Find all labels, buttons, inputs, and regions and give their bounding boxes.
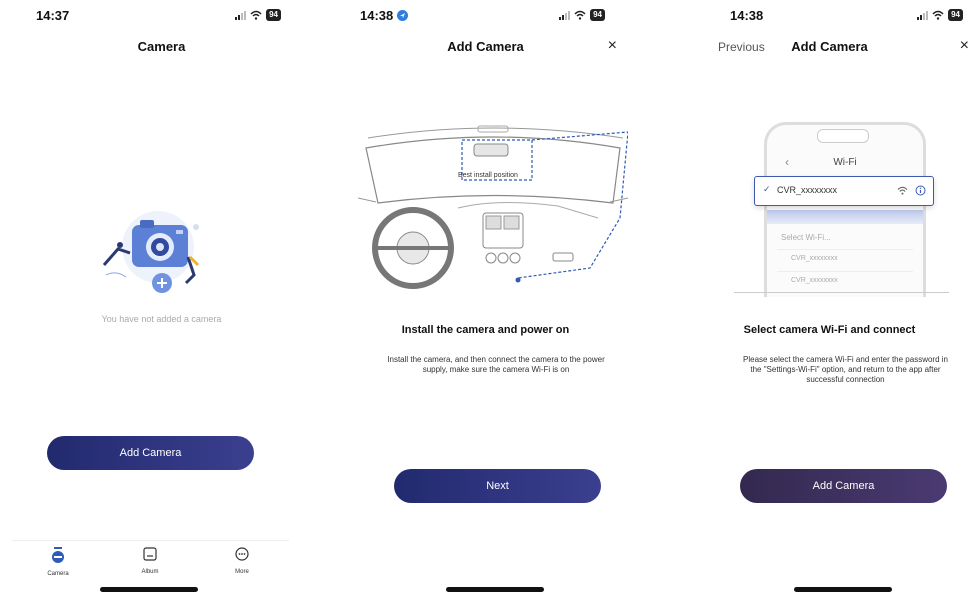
add-camera-button[interactable]: Add Camera: [740, 469, 947, 503]
system-icons: 94: [559, 9, 605, 21]
status-time: 14:37: [36, 8, 70, 23]
page-title: Add Camera: [447, 39, 524, 54]
next-button[interactable]: Next: [394, 469, 601, 503]
close-icon[interactable]: ×: [608, 37, 617, 55]
add-camera-button[interactable]: Add Camera: [47, 436, 254, 470]
home-indicator: [794, 587, 892, 592]
tab-label: Album: [141, 569, 159, 575]
camera-tab-icon: [52, 547, 64, 563]
wifi-icon: [250, 10, 262, 20]
wifi-list-item: CVR_xxxxxxxx: [777, 271, 913, 289]
empty-camera-illustration: [102, 211, 200, 293]
status-bar: 14:38 94: [324, 0, 647, 36]
tab-bar: Camera Album More: [12, 540, 289, 583]
status-time: 14:38: [360, 8, 408, 23]
tab-camera[interactable]: Camera: [38, 547, 78, 577]
status-time: 14:38: [730, 8, 764, 23]
signal-icon: [235, 10, 247, 20]
signal-icon: [559, 10, 571, 20]
tab-label: Camera: [47, 571, 69, 577]
selected-wifi-name: CVR_xxxxxxxx: [777, 185, 838, 195]
car-install-diagram: [358, 125, 628, 289]
battery-icon: 94: [590, 9, 605, 21]
step-heading: Install the camera and power on: [401, 324, 570, 336]
phone-mockup: ‹ Wi-Fi Select Wi-Fi... CVR_xxxxxxxx CVR…: [764, 122, 926, 297]
system-icons: 94: [235, 9, 281, 21]
camera-screen: 14:37 94 Camera You have not added a cam…: [0, 0, 323, 592]
step-heading: Select camera Wi-Fi and connect: [743, 324, 916, 336]
info-icon: [915, 185, 926, 196]
album-icon: [143, 547, 157, 561]
battery-icon: 94: [266, 9, 281, 21]
status-bar: 14:37 94: [0, 0, 323, 36]
select-wifi-label: Select Wi-Fi...: [781, 233, 831, 242]
phone-base-line: [734, 292, 949, 293]
install-camera-screen: 14:38 94 Add Camera × Best install posit…: [324, 0, 647, 592]
close-icon[interactable]: ×: [960, 37, 969, 55]
step-description: Please select the camera Wi-Fi and enter…: [743, 355, 948, 384]
wifi-icon: [932, 10, 944, 20]
check-icon: ✓: [763, 184, 771, 194]
tab-album[interactable]: Album: [130, 547, 170, 575]
more-icon: [235, 547, 249, 561]
signal-icon: [917, 10, 929, 20]
home-indicator: [100, 587, 198, 592]
step-description: Install the camera, and then connect the…: [387, 355, 605, 374]
battery-icon: 94: [948, 9, 963, 21]
page-title: Add Camera: [791, 39, 868, 54]
phone-notch: [817, 129, 869, 143]
system-icons: 94: [917, 9, 963, 21]
install-position-label: Best install position: [458, 172, 518, 179]
wifi-icon: [574, 10, 586, 20]
tab-label: More: [235, 569, 249, 575]
wifi-signal-icon: [897, 186, 908, 195]
wifi-list-item: CVR_xxxxxxxx: [777, 249, 913, 267]
select-wifi-screen: 14:38 94 Previous Add Camera × ‹ Wi-Fi S…: [648, 0, 971, 592]
wifi-screen-title: Wi-Fi: [833, 157, 857, 168]
tab-more[interactable]: More: [222, 547, 262, 575]
empty-state-text: You have not added a camera: [101, 314, 222, 324]
wifi-band: [767, 210, 923, 224]
status-bar: 14:38 94: [648, 0, 971, 36]
selected-wifi-card[interactable]: ✓ CVR_xxxxxxxx: [754, 176, 934, 206]
home-indicator: [446, 587, 544, 592]
location-icon: [396, 10, 408, 21]
page-title: Camera: [137, 39, 186, 54]
